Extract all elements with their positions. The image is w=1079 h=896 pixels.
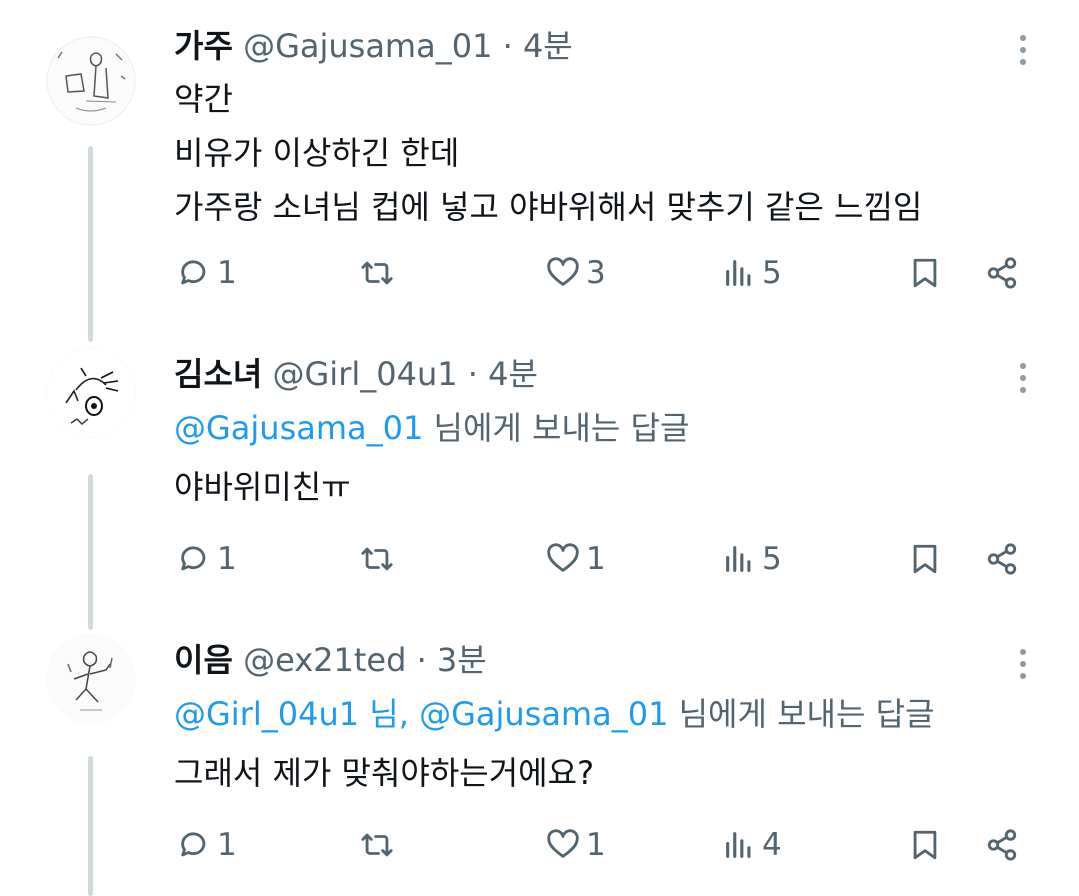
views-button[interactable]: 5 bbox=[722, 534, 782, 584]
tweet-text-line: 야바위미친ㅠ bbox=[174, 468, 351, 506]
views-icon bbox=[726, 832, 751, 858]
like-button[interactable]: 3 bbox=[546, 248, 606, 298]
avatar-image bbox=[47, 349, 135, 437]
heart-icon bbox=[547, 543, 579, 572]
heart-icon bbox=[547, 257, 579, 286]
views-icon bbox=[726, 546, 751, 572]
reply-icon bbox=[181, 546, 206, 571]
action-bar: 1 3 5 bbox=[0, 248, 1079, 298]
tweet-text: 야바위미친ㅠ bbox=[174, 460, 351, 514]
tweet[interactable]: 가주 @Gajusama_01 · 4분 약간 비유가 이상하긴 한데 가주랑 … bbox=[0, 0, 1079, 342]
bookmark-icon bbox=[913, 544, 937, 574]
reply-icon bbox=[181, 260, 206, 285]
tweet-text-line: 비유가 이상하긴 한데 bbox=[174, 134, 460, 172]
tweet-header: 가주 @Gajusama_01 · 4분 bbox=[174, 26, 573, 66]
share-icon bbox=[987, 257, 1017, 289]
retweet-icon bbox=[361, 833, 393, 857]
mention-link[interactable]: @Gajusama_01 bbox=[174, 409, 423, 447]
replying-to: @Gajusama_01 님에게 보내는 답글 bbox=[174, 408, 689, 448]
avatar[interactable] bbox=[46, 634, 136, 724]
retweet-button[interactable] bbox=[360, 820, 400, 870]
tweet-text: 약간 비유가 이상하긴 한데 가주랑 소녀님 컵에 넣고 야바위해서 맞추기 같… bbox=[174, 72, 922, 234]
views-icon bbox=[726, 260, 751, 286]
tweet-text-line: 가주랑 소녀님 컵에 넣고 야바위해서 맞추기 같은 느낌임 bbox=[174, 188, 923, 226]
reply-count: 1 bbox=[217, 827, 237, 863]
tweet[interactable]: 김소녀 @Girl_04u1 · 4분 @Gajusama_01 님에게 보내는… bbox=[0, 328, 1079, 630]
avatar-image bbox=[47, 635, 135, 723]
bookmark-icon bbox=[913, 830, 937, 860]
more-icon[interactable] bbox=[1008, 642, 1038, 686]
share-button[interactable] bbox=[985, 248, 1019, 298]
like-count: 1 bbox=[586, 827, 606, 863]
user-handle[interactable]: @Girl_04u1 bbox=[273, 355, 458, 393]
bookmark-icon bbox=[913, 258, 937, 288]
bookmark-button[interactable] bbox=[908, 248, 942, 298]
reply-button[interactable]: 1 bbox=[177, 534, 237, 584]
views-count: 5 bbox=[762, 541, 782, 577]
timestamp[interactable]: 4분 bbox=[523, 27, 573, 65]
tweet[interactable]: 이음 @ex21ted · 3분 @Girl_04u1 님, @Gajusama… bbox=[0, 614, 1079, 896]
tweet-text: 그래서 제가 맞춰야하는거에요? bbox=[174, 746, 594, 800]
bookmark-button[interactable] bbox=[908, 534, 942, 584]
like-button[interactable]: 1 bbox=[546, 534, 606, 584]
share-icon bbox=[987, 543, 1017, 575]
separator: · bbox=[416, 641, 427, 679]
like-button[interactable]: 1 bbox=[546, 820, 606, 870]
like-count: 1 bbox=[586, 541, 606, 577]
action-bar: 1 1 5 bbox=[0, 534, 1079, 584]
action-bar: 1 1 4 bbox=[0, 820, 1079, 870]
timestamp[interactable]: 4분 bbox=[488, 355, 538, 393]
mention-link[interactable]: @Girl_04u1 bbox=[174, 695, 359, 733]
tweet-header: 이음 @ex21ted · 3분 bbox=[174, 640, 487, 680]
replying-to-label: 님에게 보내는 답글 bbox=[423, 409, 690, 447]
reply-icon bbox=[181, 832, 206, 857]
thread-line bbox=[88, 146, 93, 342]
user-handle[interactable]: @Gajusama_01 bbox=[243, 27, 492, 65]
retweet-button[interactable] bbox=[360, 248, 400, 298]
user-handle[interactable]: @ex21ted bbox=[243, 641, 406, 679]
bookmark-button[interactable] bbox=[908, 820, 942, 870]
more-icon[interactable] bbox=[1008, 356, 1038, 400]
timestamp[interactable]: 3분 bbox=[437, 641, 487, 679]
display-name[interactable]: 가주 bbox=[174, 27, 233, 65]
mention-link[interactable]: @Gajusama_01 bbox=[419, 695, 668, 733]
reply-count: 1 bbox=[217, 255, 237, 291]
retweet-icon bbox=[361, 547, 393, 571]
retweet-icon bbox=[361, 261, 393, 285]
reply-button[interactable]: 1 bbox=[177, 248, 237, 298]
avatar-image bbox=[46, 36, 136, 126]
tweet-header: 김소녀 @Girl_04u1 · 4분 bbox=[174, 354, 538, 394]
share-icon bbox=[987, 829, 1017, 861]
display-name[interactable]: 이음 bbox=[174, 641, 233, 679]
views-count: 4 bbox=[762, 827, 782, 863]
separator: · bbox=[502, 27, 513, 65]
display-name[interactable]: 김소녀 bbox=[174, 355, 262, 393]
views-button[interactable]: 5 bbox=[722, 248, 782, 298]
replying-to-label: 님에게 보내는 답글 bbox=[668, 695, 935, 733]
separator: · bbox=[467, 355, 478, 393]
reply-count: 1 bbox=[217, 541, 237, 577]
heart-icon bbox=[547, 829, 579, 858]
retweet-button[interactable] bbox=[360, 534, 400, 584]
tweet-text-line: 그래서 제가 맞춰야하는거에요? bbox=[174, 754, 595, 792]
reply-button[interactable]: 1 bbox=[177, 820, 237, 870]
views-button[interactable]: 4 bbox=[722, 820, 782, 870]
mention-separator: 님, bbox=[359, 695, 420, 733]
avatar[interactable] bbox=[46, 36, 136, 126]
replying-to: @Girl_04u1 님, @Gajusama_01 님에게 보내는 답글 bbox=[174, 694, 934, 734]
more-icon[interactable] bbox=[1008, 28, 1038, 72]
share-button[interactable] bbox=[985, 534, 1019, 584]
like-count: 3 bbox=[586, 255, 606, 291]
share-button[interactable] bbox=[985, 820, 1019, 870]
tweet-text-line: 약간 bbox=[174, 80, 233, 118]
views-count: 5 bbox=[762, 255, 782, 291]
avatar[interactable] bbox=[46, 348, 136, 438]
